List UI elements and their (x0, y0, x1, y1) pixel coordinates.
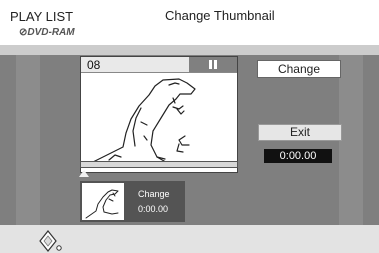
pause-indicator (189, 57, 237, 72)
thumbnail-card[interactable]: Change 0:00.00 (80, 181, 185, 222)
playback-progress-bar[interactable] (80, 161, 238, 168)
timecode-display: 0:00.00 (264, 149, 332, 163)
page-title: PLAY LIST (10, 9, 74, 24)
media-label: ⊘DVD-RAM (19, 27, 75, 38)
right-rail (339, 55, 363, 225)
header: PLAY LIST Change Thumbnail ⊘DVD-RAM (0, 0, 379, 45)
pause-icon (209, 60, 217, 69)
thumbnail-dinosaur-image (85, 189, 119, 219)
exit-button[interactable]: Exit (258, 124, 342, 141)
progress-marker-icon (79, 170, 89, 177)
scene-number: 08 (87, 58, 101, 72)
change-button[interactable]: Change (257, 60, 341, 78)
thumbnail-time: 0:00.00 (138, 204, 169, 214)
video-preview: 08 (80, 56, 238, 173)
left-rail (16, 55, 40, 225)
media-name: DVD-RAM (27, 27, 75, 38)
thumbnail-image (82, 183, 124, 220)
thumbnail-label: Change (138, 189, 170, 199)
dpad-icon (39, 230, 62, 252)
dinosaur-image (82, 78, 196, 168)
top-band (0, 45, 379, 55)
screen: PLAY LIST Change Thumbnail ⊘DVD-RAM 08 C… (0, 0, 379, 253)
preview-status-bar: 08 (81, 57, 237, 73)
page-subtitle: Change Thumbnail (165, 8, 275, 23)
